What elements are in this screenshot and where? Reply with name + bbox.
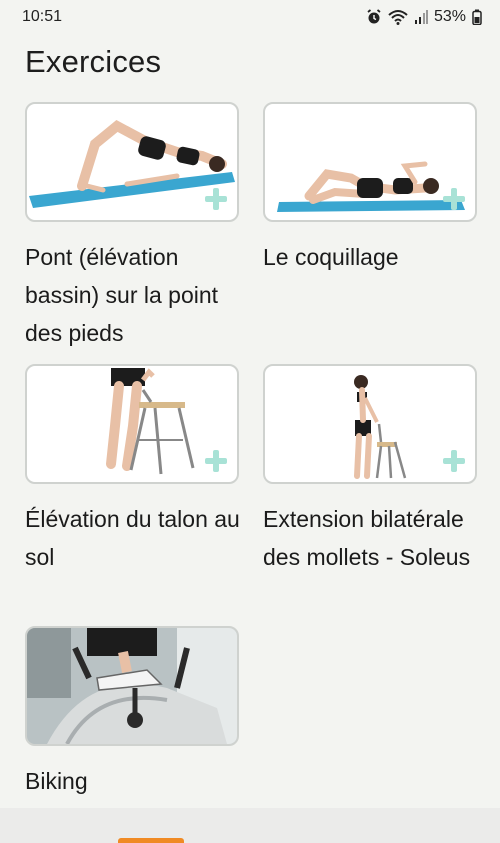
status-bar: 10:51 53% xyxy=(0,0,500,34)
status-time: 10:51 xyxy=(22,8,63,25)
exercise-title[interactable]: Extension bilatérale des mollets - Soleu… xyxy=(263,500,493,576)
page-title: Exercices xyxy=(25,44,162,79)
wifi-icon xyxy=(388,10,408,25)
battery-level: 53% xyxy=(433,8,466,25)
biking-photo-illustration xyxy=(27,628,237,744)
alarm-icon xyxy=(367,9,381,24)
exercise-title[interactable]: Pont (élévation bassin) sur la point des… xyxy=(25,238,255,352)
plus-icon[interactable] xyxy=(443,450,465,472)
plus-icon[interactable] xyxy=(205,450,227,472)
plus-icon[interactable] xyxy=(205,188,227,210)
exercise-thumbnail[interactable] xyxy=(25,626,239,746)
signal-icon xyxy=(414,10,428,24)
status-icons: 53% xyxy=(366,8,482,26)
plus-icon[interactable] xyxy=(443,188,465,210)
exercise-title[interactable]: Élévation du talon au sol xyxy=(25,500,255,576)
bottom-navigation-area xyxy=(0,808,500,843)
exercise-thumbnail[interactable] xyxy=(25,364,239,484)
exercise-thumbnail[interactable] xyxy=(263,102,477,222)
exercise-title[interactable]: Biking xyxy=(25,762,255,800)
exercise-title[interactable]: Le coquillage xyxy=(263,238,493,276)
bottom-nav-indicator xyxy=(118,838,184,843)
battery-icon xyxy=(472,9,482,25)
exercise-thumbnail[interactable] xyxy=(25,102,239,222)
exercise-thumbnail[interactable] xyxy=(263,364,477,484)
